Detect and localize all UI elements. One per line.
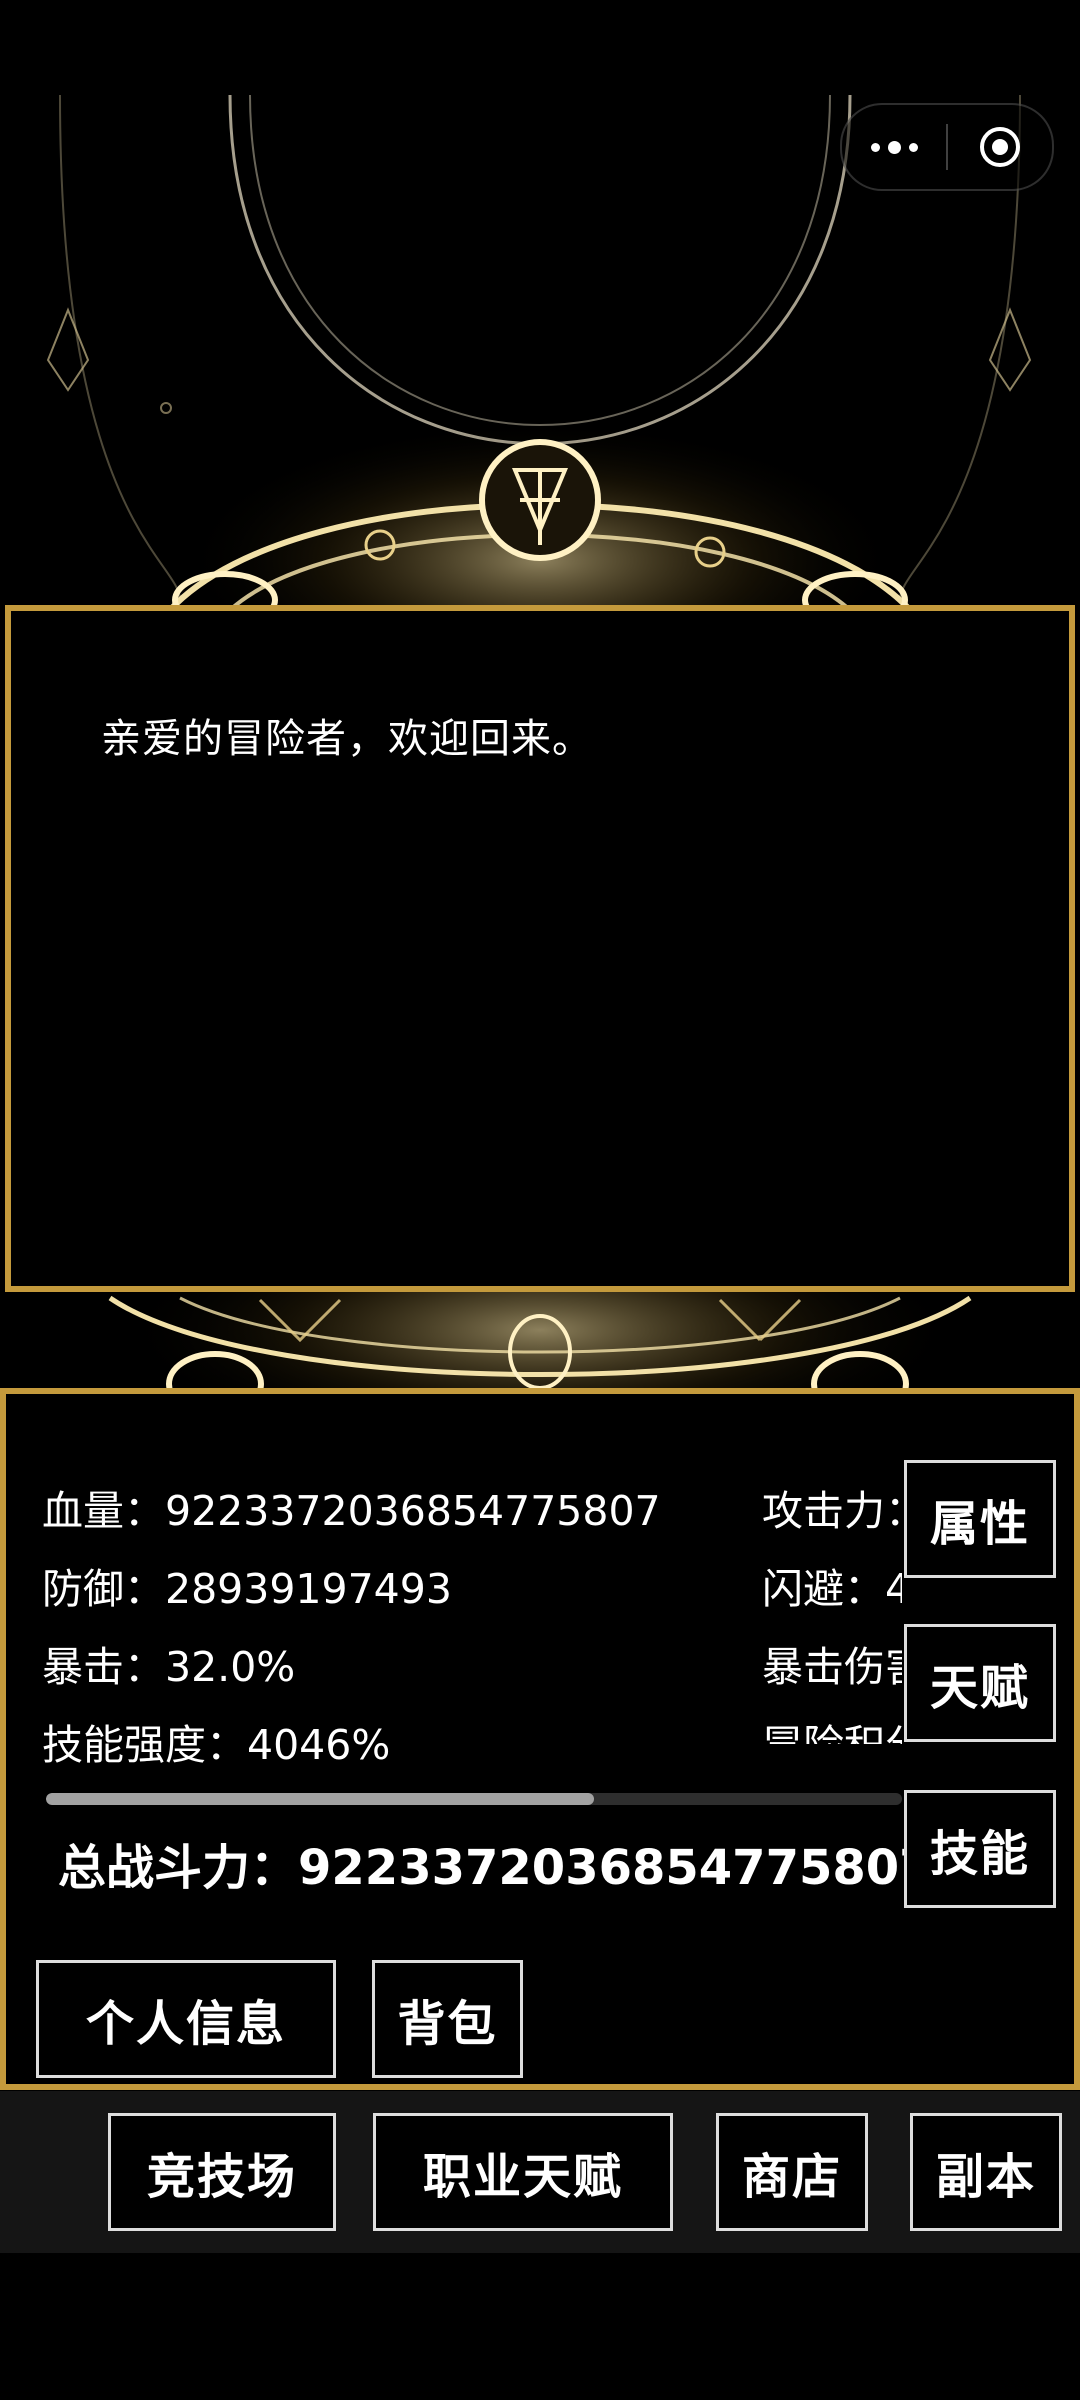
nav-dungeon-button[interactable]: 副本	[910, 2113, 1062, 2231]
nav-arena-button[interactable]: 竞技场	[108, 2113, 336, 2231]
stat-defense: 防御：28939197493	[42, 1565, 452, 1613]
stat-attack: 攻击力：	[762, 1487, 902, 1535]
welcome-message: 亲爱的冒险者，欢迎回来。	[101, 716, 593, 762]
progress-fill	[46, 1793, 594, 1805]
progress-bar	[46, 1793, 902, 1805]
bottom-nav: 竞技场 职业天赋 商店 副本	[0, 2091, 1080, 2253]
stats-right-column: 攻击力： 闪避：4 暴击伤害 冒险积分	[762, 1394, 902, 1744]
stat-crit-damage: 暴击伤害	[762, 1643, 902, 1691]
stat-skill-power: 技能强度：4046%	[42, 1721, 391, 1769]
backpack-button[interactable]: 背包	[372, 1960, 523, 2078]
total-power: 总战斗力：9223372036854775807	[58, 1840, 933, 1896]
stat-crit: 暴击：32.0%	[42, 1643, 296, 1691]
close-mini-program-button[interactable]	[948, 105, 1052, 189]
stat-dodge: 闪避：4	[762, 1565, 902, 1613]
stat-adventure-points: 冒险积分	[762, 1711, 902, 1744]
nav-shop-button[interactable]: 商店	[716, 2113, 868, 2231]
stats-panel: 血量：9223372036854775807 防御：28939197493 暴击…	[0, 1388, 1080, 2090]
stat-hp: 血量：9223372036854775807	[42, 1487, 661, 1535]
more-dots-icon	[870, 140, 918, 154]
mini-program-capsule	[840, 103, 1054, 191]
attributes-button[interactable]: 属性	[904, 1460, 1056, 1578]
talent-button[interactable]: 天赋	[904, 1624, 1056, 1742]
nav-class-talent-button[interactable]: 职业天赋	[373, 2113, 673, 2231]
skills-button[interactable]: 技能	[904, 1790, 1056, 1908]
profile-button[interactable]: 个人信息	[36, 1960, 336, 2078]
target-circle-icon	[980, 127, 1020, 167]
more-button[interactable]	[842, 105, 946, 189]
message-panel: 亲爱的冒险者，欢迎回来。	[5, 605, 1075, 1292]
